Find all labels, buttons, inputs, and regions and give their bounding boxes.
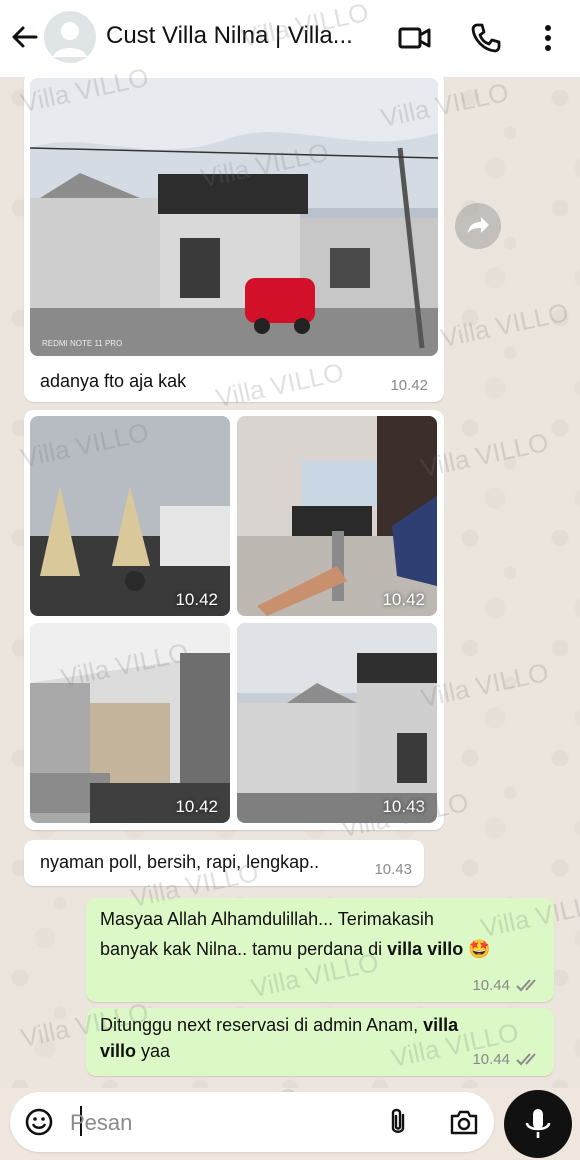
photo-time: 10.42 xyxy=(382,590,425,609)
bold-text: villo xyxy=(100,1041,137,1061)
house-street-image xyxy=(237,623,437,823)
photo-time: 10.43 xyxy=(382,797,425,816)
read-ticks-icon xyxy=(516,1053,536,1066)
message-line: Ditunggu next reservasi di admin Anam, v… xyxy=(100,1012,530,1038)
photo-time: 10.42 xyxy=(175,590,218,609)
message-text-part: yaa xyxy=(136,1041,171,1061)
message-text: Masyaa Allah Alhamdulillah... Terimakasi… xyxy=(100,904,545,964)
avatar[interactable] xyxy=(44,11,96,63)
message-input[interactable]: Pesan xyxy=(70,1110,132,1136)
message-time: 10.43 xyxy=(374,861,412,878)
interior-room-image xyxy=(30,623,230,823)
star-eyes-emoji: 🤩 xyxy=(468,939,491,959)
incoming-text-message[interactable]: nyaman poll, bersih, rapi, lengkap.. 10.… xyxy=(24,840,424,886)
gunungan-statue-image xyxy=(30,416,230,616)
message-text-part: Ditunggu next reservasi di admin Anam, xyxy=(100,1015,424,1035)
message-line: Masyaa Allah Alhamdulillah... Terimakasi… xyxy=(100,909,434,929)
message-caption: adanya fto aja kak xyxy=(40,371,187,391)
album-photo-1[interactable]: 10.42 xyxy=(30,416,230,616)
bold-text: villa villo xyxy=(387,939,464,959)
house-exterior-image: REDMI NOTE 11 PRO xyxy=(30,78,438,356)
back-arrow-icon[interactable] xyxy=(8,20,42,54)
message-text: nyaman poll, bersih, rapi, lengkap.. xyxy=(40,852,320,872)
camera-icon[interactable] xyxy=(448,1107,480,1137)
message-input-bar: Pesan xyxy=(10,1092,494,1152)
attach-icon[interactable] xyxy=(384,1106,412,1138)
photo-time: 10.42 xyxy=(175,797,218,816)
chat-title[interactable]: Cust Villa Nilna | Villa... xyxy=(106,22,368,50)
forward-button[interactable] xyxy=(455,203,501,249)
video-call-icon[interactable] xyxy=(396,20,432,56)
read-ticks-icon xyxy=(516,979,536,992)
avatar-icon xyxy=(53,22,87,57)
message-text-part: banyak kak Nilna.. tamu perdana di xyxy=(100,939,388,959)
album-photo-4[interactable]: 10.43 xyxy=(237,623,437,823)
message-time: 10.44 xyxy=(472,1051,510,1068)
forward-icon xyxy=(468,217,489,233)
message-line: villo yaa xyxy=(100,1038,530,1064)
emoji-icon[interactable] xyxy=(24,1107,54,1137)
voice-message-button[interactable] xyxy=(504,1090,572,1158)
phone-call-icon[interactable] xyxy=(468,20,504,56)
house-photo[interactable]: REDMI NOTE 11 PRO xyxy=(30,78,438,356)
camera-label: REDMI NOTE 11 PRO xyxy=(42,339,122,348)
outgoing-text-message[interactable]: Masyaa Allah Alhamdulillah... Terimakasi… xyxy=(86,898,554,1002)
album-photo-3[interactable]: 10.42 xyxy=(30,623,230,823)
living-room-tv-image xyxy=(237,416,437,616)
message-text: Ditunggu next reservasi di admin Anam, v… xyxy=(100,1012,530,1064)
message-line: banyak kak Nilna.. tamu perdana di villa… xyxy=(100,934,545,964)
chat-header: Cust Villa Nilna | Villa... xyxy=(0,0,580,78)
message-time: 10.42 xyxy=(390,377,428,394)
incoming-photo-album[interactable]: 10.42 10.42 10.42 10.43 xyxy=(24,410,444,830)
microphone-icon xyxy=(525,1109,551,1138)
bold-text: villa xyxy=(423,1015,459,1035)
more-options-icon[interactable] xyxy=(530,20,566,56)
message-time: 10.44 xyxy=(472,977,510,994)
album-photo-2[interactable]: 10.42 xyxy=(237,416,437,616)
outgoing-text-message[interactable]: Ditunggu next reservasi di admin Anam, v… xyxy=(86,1008,554,1076)
incoming-photo-message[interactable]: REDMI NOTE 11 PRO adanya fto aja kak 10.… xyxy=(24,72,444,402)
